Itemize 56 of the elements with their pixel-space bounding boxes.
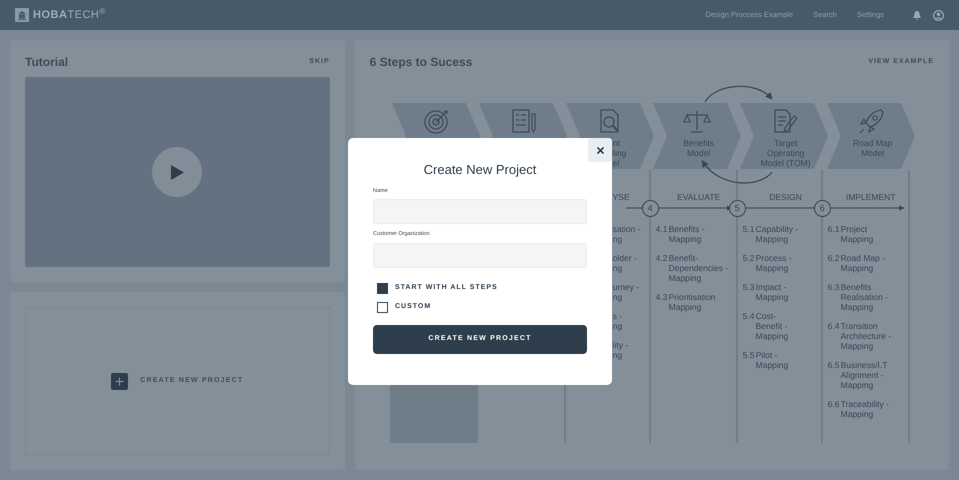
item-number: 5.2 bbox=[742, 253, 756, 265]
phase-heading: IMPLEMENT bbox=[844, 192, 896, 202]
phase-heading: YSE bbox=[612, 192, 630, 202]
step-item[interactable]: Road Map - Mapping bbox=[840, 253, 886, 273]
step-number: 4 bbox=[642, 200, 659, 217]
item-number: 5.3 bbox=[742, 282, 756, 294]
item-number: 6.4 bbox=[828, 321, 840, 333]
item-number: 4.2 bbox=[656, 253, 668, 265]
notification-bell-icon[interactable] bbox=[912, 10, 922, 20]
step-item[interactable]: Business/I.T Alignment - Mapping bbox=[840, 360, 888, 390]
item-number: 5.5 bbox=[742, 350, 756, 362]
step-item[interactable]: Impact - Mapping bbox=[756, 282, 788, 302]
step-number: 5 bbox=[728, 200, 746, 217]
checkbox[interactable] bbox=[377, 302, 388, 312]
step-item[interactable]: Benefit- Dependencies - Mapping bbox=[668, 253, 728, 283]
step-item[interactable]: Transition Architecture - Mapping bbox=[840, 321, 892, 351]
step-item[interactable]: Cost- Benefit - Mapping bbox=[756, 311, 788, 341]
item-number: 6.1 bbox=[828, 224, 840, 236]
cycle-arrow bbox=[704, 86, 772, 102]
step-item[interactable]: Benefits Realisation - Mapping bbox=[840, 282, 888, 312]
close-button[interactable] bbox=[588, 138, 612, 162]
item-number: 5.4 bbox=[742, 311, 756, 323]
step-item[interactable]: urney - ng bbox=[612, 282, 640, 302]
step-item[interactable]: Capability - Mapping bbox=[756, 224, 798, 244]
step-number: 6 bbox=[814, 200, 831, 217]
phase-heading: DESIGN bbox=[768, 192, 803, 202]
item-number: 5.1 bbox=[742, 224, 756, 236]
logo-text: HOBATECH$^{®}$ bbox=[33, 6, 106, 23]
step-item[interactable]: lity - ng bbox=[612, 340, 628, 360]
phase-heading: EVALUATE bbox=[676, 192, 722, 202]
step-item[interactable]: Traceability - Mapping bbox=[840, 399, 889, 419]
panel-title: 6 Steps to Sucess bbox=[370, 54, 472, 71]
item-number: 4.3 bbox=[656, 292, 668, 304]
step-item[interactable]: Prioritisation Mapping bbox=[668, 292, 716, 312]
dialog-title: Create New Project bbox=[422, 162, 538, 178]
close-icon bbox=[596, 146, 604, 154]
step-item[interactable]: Process - Mapping bbox=[756, 253, 792, 273]
step-item[interactable]: older - ng bbox=[612, 253, 637, 273]
scales-icon bbox=[682, 108, 711, 135]
step-item[interactable]: sation - ng bbox=[612, 224, 641, 244]
item-number: 6.2 bbox=[828, 253, 840, 265]
step-item[interactable]: Pilot - Mapping bbox=[756, 350, 788, 370]
play-icon bbox=[170, 164, 184, 180]
item-number: 4.1 bbox=[656, 224, 668, 236]
item-number: 6.6 bbox=[828, 399, 840, 411]
checkbox[interactable] bbox=[377, 282, 388, 294]
panel-title: Tutorial bbox=[25, 54, 68, 71]
target-icon bbox=[422, 108, 450, 135]
user-profile-icon[interactable] bbox=[933, 10, 944, 20]
step-item[interactable]: Benefits - Mapping bbox=[668, 224, 705, 244]
step-item[interactable]: s - ng bbox=[612, 311, 622, 331]
step-item[interactable]: Project Mapping bbox=[840, 224, 874, 244]
item-number: 6.3 bbox=[828, 282, 840, 294]
item-number: 6.5 bbox=[828, 360, 840, 372]
logo-icon bbox=[15, 8, 29, 22]
plus-icon bbox=[111, 372, 128, 390]
